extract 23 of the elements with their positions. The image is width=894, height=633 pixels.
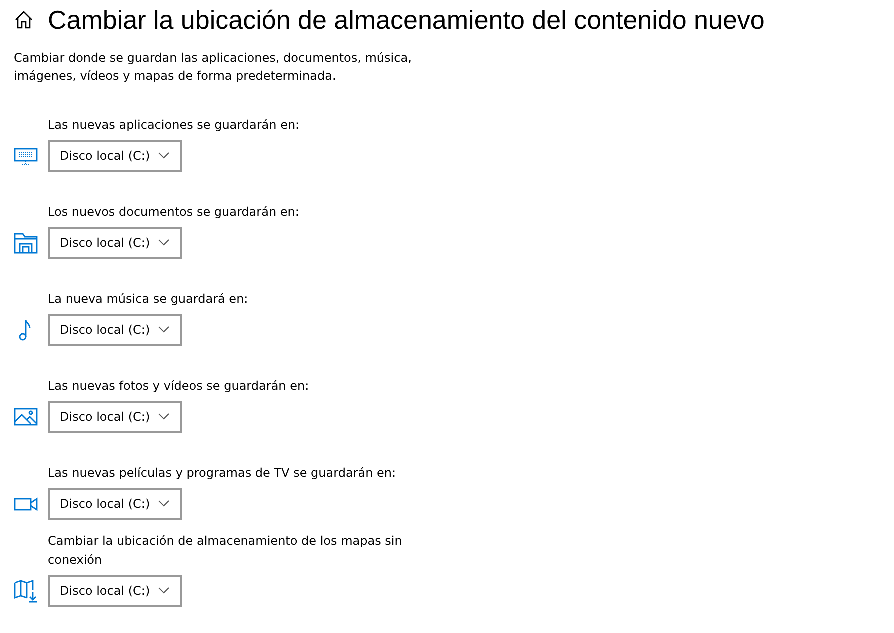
chevron-down-icon [158, 587, 170, 595]
drive-dropdown[interactable]: Disco local (C:) [48, 575, 182, 607]
drive-dropdown[interactable]: Disco local (C:) [48, 488, 182, 520]
drive-dropdown[interactable]: Disco local (C:) [48, 140, 182, 172]
drive-dropdown[interactable]: Disco local (C:) [48, 227, 182, 259]
chevron-down-icon [158, 413, 170, 421]
page-title: Cambiar la ubicación de almacenamiento del contenido nuevo [48, 4, 765, 36]
home-icon[interactable] [14, 10, 34, 30]
drive-dropdown[interactable]: Disco local (C:) [48, 314, 182, 346]
chevron-down-icon [158, 326, 170, 334]
location-label: Las nuevas aplicaciones se guardarán en: [48, 117, 301, 134]
chevron-down-icon [158, 500, 170, 508]
chevron-down-icon [158, 152, 170, 160]
map-download-icon [14, 579, 38, 603]
location-label: Las nuevas fotos y vídeos se guardarán en: [48, 378, 310, 395]
location-label: Las nuevas películas y programas de TV se guardarán en: [48, 465, 398, 482]
location-label: Los nuevos documentos se guardarán en: [48, 204, 300, 221]
chevron-down-icon [158, 239, 170, 247]
location-label: Cambiar la ubicación de almacenamiento de los mapas sin conexión [48, 533, 404, 569]
drive-dropdown[interactable]: Disco local (C:) [48, 401, 182, 433]
location-label: La nueva música se guardará en: [48, 291, 250, 308]
folder-icon [14, 231, 38, 255]
description-text: Cambiar donde se guardan las aplicaciones, documentos, música, imágenes, vídeos y mapas de forma predeterminada. [14, 50, 413, 85]
